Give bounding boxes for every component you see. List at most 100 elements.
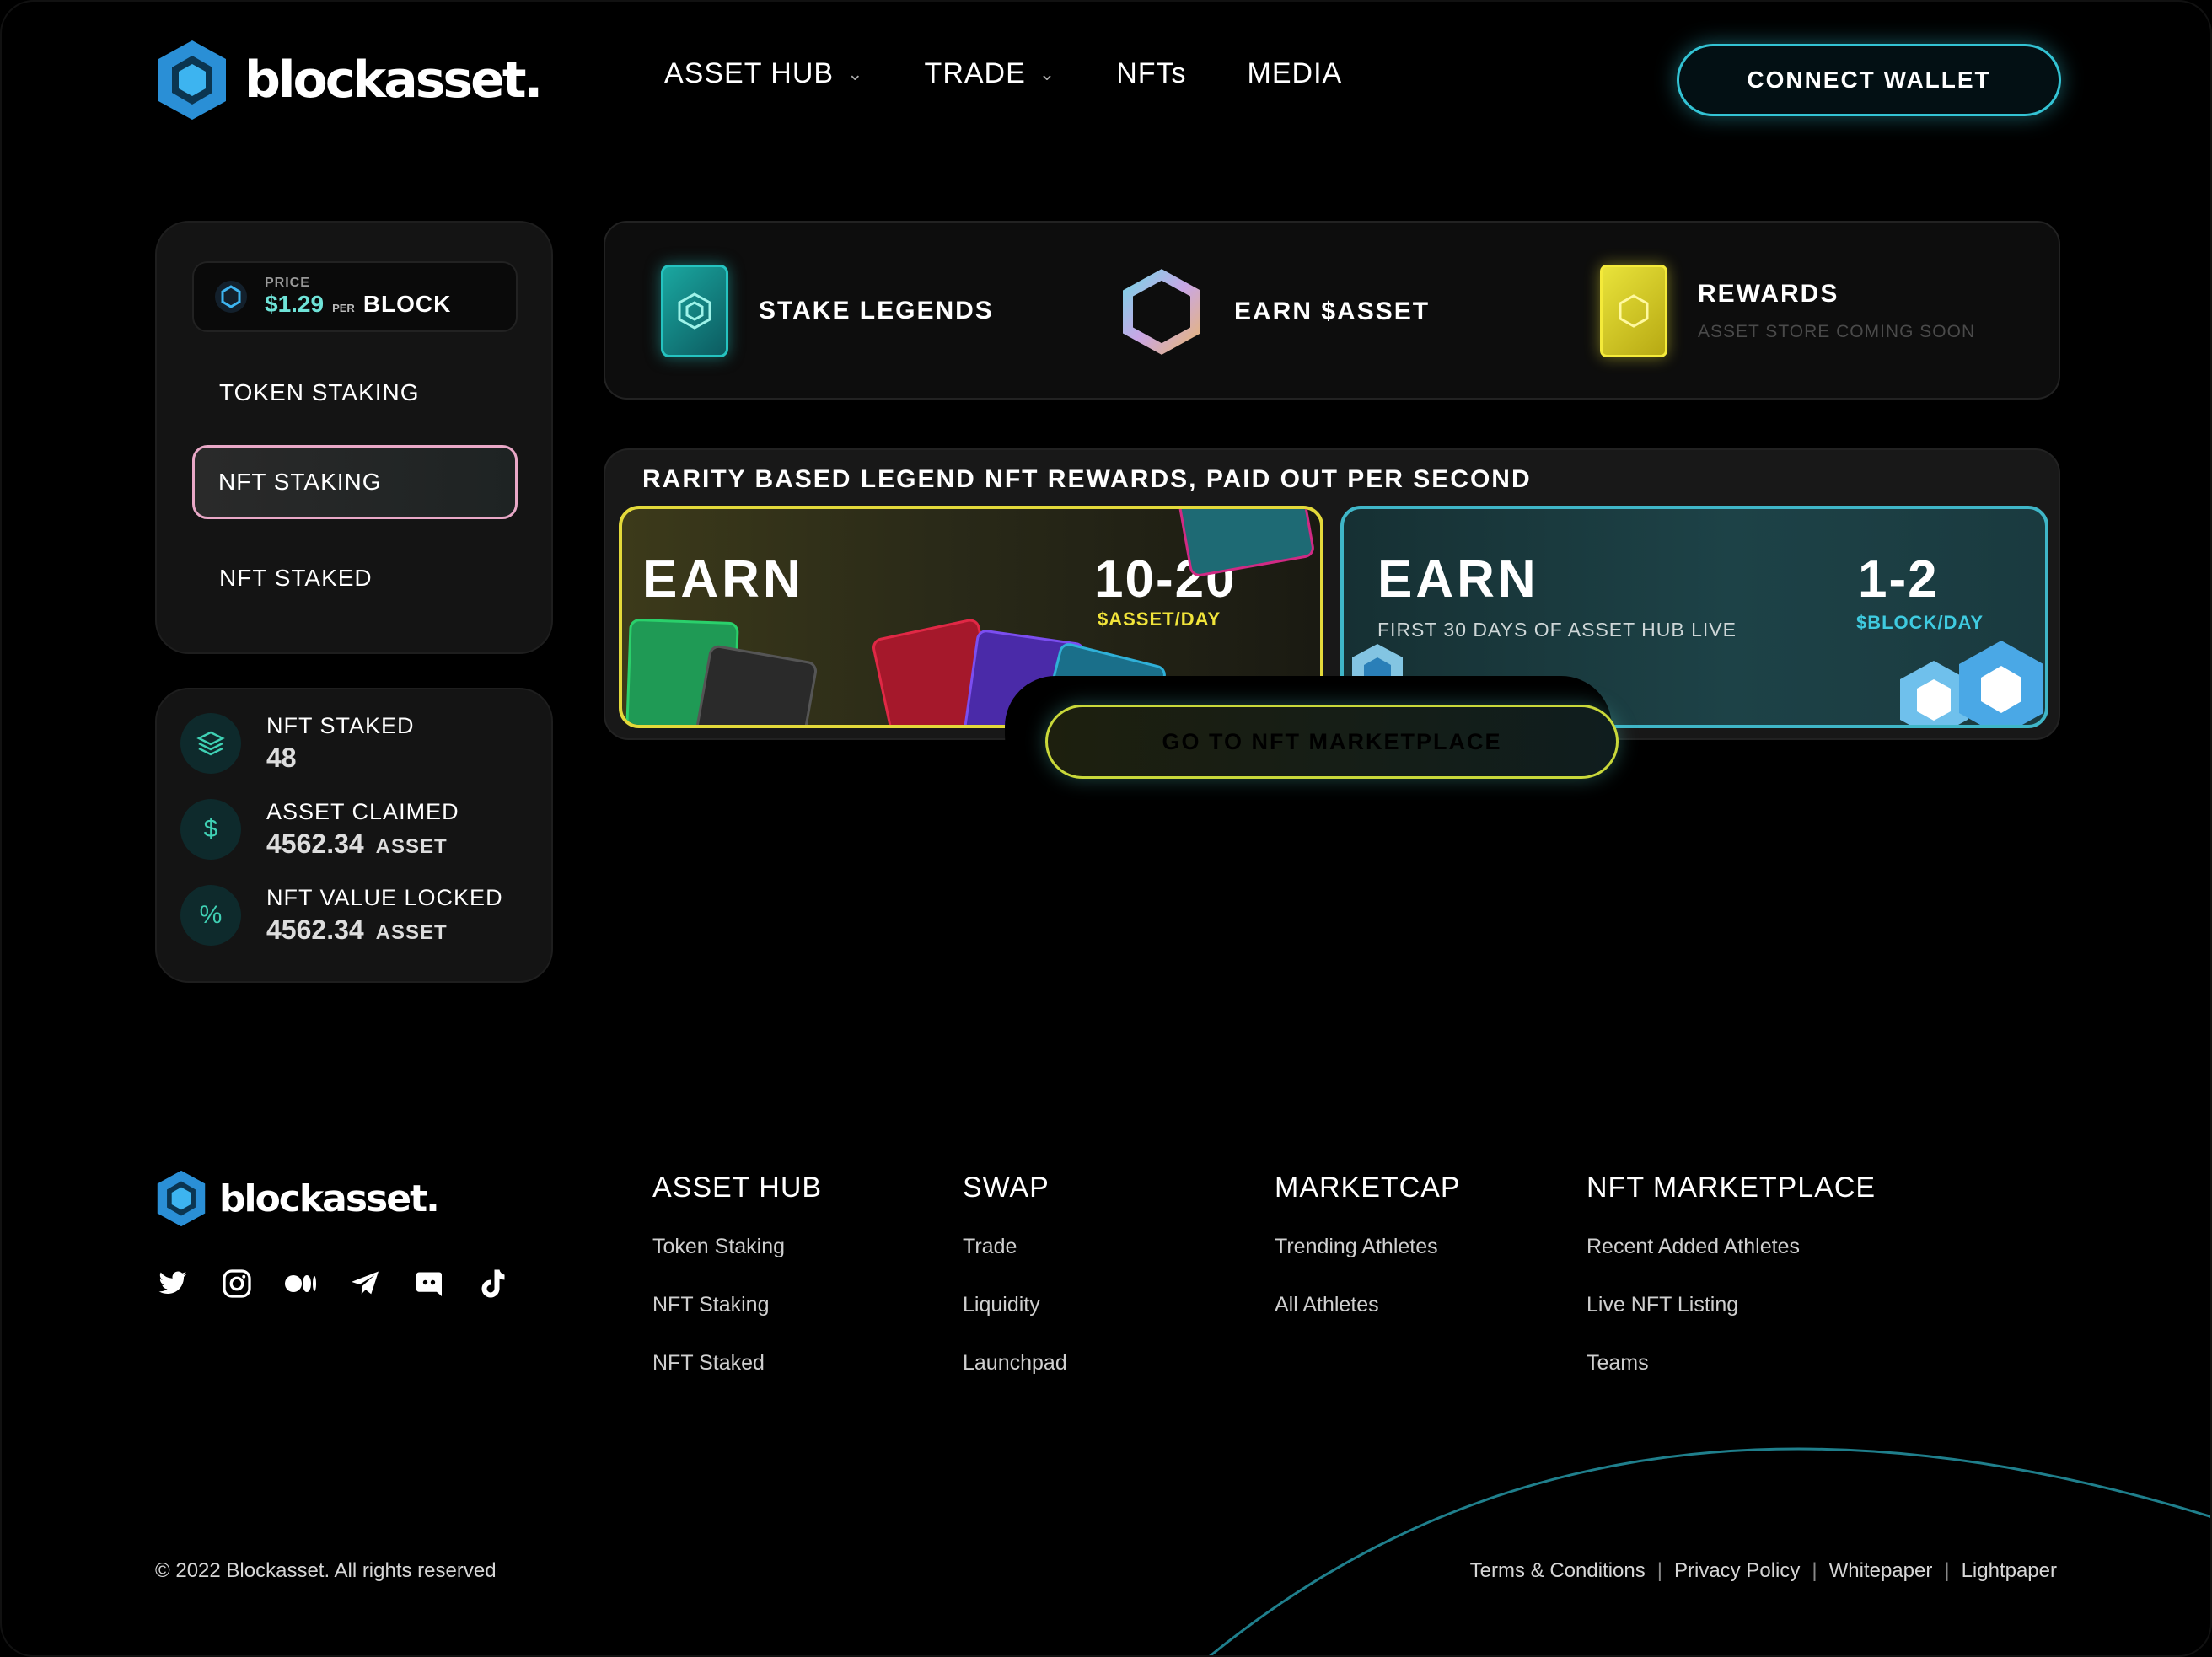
- dollar-icon: $: [180, 799, 241, 860]
- brand-logo[interactable]: blockasset.: [153, 37, 543, 123]
- stat-unit: ASSET: [375, 921, 448, 944]
- copyright-text: © 2022 Blockasset. All rights reserved: [155, 1559, 497, 1582]
- twitter-icon[interactable]: [157, 1268, 189, 1300]
- footer-col-heading: ASSET HUB: [652, 1172, 823, 1204]
- per-label: PER: [332, 302, 355, 314]
- stat-value: 4562.34: [266, 828, 364, 859]
- footer-link-recent-added-athletes[interactable]: Recent Added Athletes: [1587, 1235, 1876, 1259]
- stat-label: ASSET CLAIMED: [266, 799, 459, 824]
- nav-trade[interactable]: TRADE ⌄: [925, 57, 1056, 90]
- staking-stats-card: NFT STAKED 48 $ ASSET CLAIMED 4562.34 ASS…: [155, 688, 553, 983]
- layers-icon: [180, 713, 241, 774]
- nav-label: NFTs: [1116, 57, 1187, 89]
- stat-value-row: 4562.34 ASSET: [266, 828, 459, 860]
- feature-rewards: REWARDS ASSET STORE COMING SOON: [1600, 265, 1975, 357]
- main-nav: ASSET HUB ⌄ TRADE ⌄ NFTs MEDIA: [664, 57, 1342, 90]
- footer-link-token-staking[interactable]: Token Staking: [652, 1235, 822, 1259]
- footer-link-trade[interactable]: Trade: [963, 1235, 1067, 1259]
- nav-label: ASSET HUB: [664, 57, 835, 89]
- decorative-curve: [1209, 1447, 2210, 1655]
- earn-label: EARN: [1377, 550, 1539, 609]
- feature-title: STAKE LEGENDS: [759, 297, 994, 324]
- footer-logo-text: blockasset.: [219, 1177, 440, 1220]
- stat-asset-claimed: $ ASSET CLAIMED 4562.34 ASSET: [180, 799, 459, 860]
- earn-range: 1-2: [1858, 550, 1939, 609]
- price-info: PRICE $1.29 PER BLOCK: [265, 276, 451, 318]
- chevron-down-icon: ⌄: [847, 62, 864, 84]
- nft-card-icon: [661, 265, 728, 357]
- divider: |: [1656, 1559, 1662, 1582]
- block-cubes-icon: [1900, 641, 2043, 725]
- footer-col-heading: SWAP: [963, 1172, 1050, 1204]
- footer-col-nft-marketplace: NFT MARKETPLACE Recent Added Athletes Li…: [1587, 1172, 1876, 1409]
- earn-unit: $ASSET/DAY: [1098, 609, 1221, 630]
- footer-link-teams[interactable]: Teams: [1587, 1351, 1876, 1375]
- discord-icon[interactable]: [413, 1268, 445, 1300]
- feature-stake-legends: STAKE LEGENDS: [661, 265, 994, 357]
- footer-col-heading: MARKETCAP: [1275, 1172, 1461, 1204]
- tiktok-icon[interactable]: [477, 1268, 509, 1300]
- stat-value-row: 4562.34 ASSET: [266, 914, 503, 946]
- footer-link-liquidity[interactable]: Liquidity: [963, 1293, 1067, 1317]
- token-symbol: BLOCK: [362, 291, 452, 317]
- instagram-icon[interactable]: [221, 1268, 253, 1300]
- staking-sidebar: PRICE $1.29 PER BLOCK TOKEN STAKING NFT …: [155, 221, 553, 654]
- logo-text: blockasset.: [244, 51, 543, 110]
- footer-col-heading: NFT MARKETPLACE: [1587, 1172, 1876, 1204]
- footer-link-all-athletes[interactable]: All Athletes: [1275, 1293, 1461, 1317]
- stat-nft-staked: NFT STAKED 48: [180, 713, 415, 774]
- price-widget: PRICE $1.29 PER BLOCK: [192, 261, 518, 332]
- blockasset-logo-icon: [158, 40, 226, 120]
- nav-label: TRADE: [924, 57, 1026, 89]
- sidebar-item-token-staking[interactable]: TOKEN STAKING: [219, 379, 420, 406]
- hexagon-outline-icon: [1123, 269, 1200, 355]
- footer-col-asset-hub: ASSET HUB Token Staking NFT Staking NFT …: [652, 1172, 822, 1409]
- footer-logo[interactable]: blockasset.: [153, 1168, 440, 1229]
- go-to-nft-marketplace-button[interactable]: GO TO NFT MARKETPLACE: [1045, 705, 1619, 779]
- medium-icon[interactable]: [285, 1268, 317, 1300]
- earn-unit: $BLOCK/DAY: [1856, 612, 1984, 633]
- social-links: [157, 1268, 509, 1300]
- footer-link-terms[interactable]: Terms & Conditions: [1470, 1559, 1646, 1583]
- nav-label: MEDIA: [1247, 57, 1343, 89]
- footer-link-lightpaper[interactable]: Lightpaper: [1962, 1559, 2057, 1583]
- footer-link-whitepaper[interactable]: Whitepaper: [1829, 1559, 1933, 1583]
- connect-wallet-button[interactable]: CONNECT WALLET: [1677, 44, 2061, 116]
- sidebar-item-label: NFT STAKING: [218, 469, 382, 495]
- stat-label: NFT STAKED: [266, 713, 415, 738]
- nft-card-image: [1168, 509, 1316, 578]
- divider: |: [1812, 1559, 1817, 1582]
- rewards-title: RARITY BASED LEGEND NFT REWARDS, PAID OU…: [642, 465, 1532, 493]
- footer-col-marketcap: MARKETCAP Trending Athletes All Athletes: [1275, 1172, 1461, 1351]
- app-frame: blockasset. ASSET HUB ⌄ TRADE ⌄ NFTs MED…: [0, 0, 2212, 1657]
- footer-link-nft-staking[interactable]: NFT Staking: [652, 1293, 822, 1317]
- footer-link-nft-staked[interactable]: NFT Staked: [652, 1351, 822, 1375]
- stat-nft-value-locked: % NFT VALUE LOCKED 4562.34 ASSET: [180, 885, 503, 946]
- nav-media[interactable]: MEDIA: [1248, 57, 1343, 90]
- footer-link-privacy[interactable]: Privacy Policy: [1674, 1559, 1800, 1583]
- nav-nfts[interactable]: NFTs: [1116, 57, 1186, 90]
- nav-asset-hub[interactable]: ASSET HUB ⌄: [664, 57, 864, 90]
- stat-unit: ASSET: [375, 835, 448, 858]
- sidebar-item-nft-staked[interactable]: NFT STAKED: [219, 565, 373, 592]
- sidebar-item-nft-staking[interactable]: NFT STAKING: [192, 445, 518, 519]
- feature-title: REWARDS: [1698, 280, 1839, 308]
- feature-subtitle: ASSET STORE COMING SOON: [1698, 322, 1976, 341]
- stat-label: NFT VALUE LOCKED: [266, 885, 503, 910]
- footer-link-live-nft-listing[interactable]: Live NFT Listing: [1587, 1293, 1876, 1317]
- legal-links: Terms & Conditions | Privacy Policy | Wh…: [1470, 1559, 2057, 1583]
- ticket-icon: [1600, 265, 1667, 357]
- footer-col-swap: SWAP Trade Liquidity Launchpad: [963, 1172, 1067, 1409]
- blockasset-logo-icon: [157, 1170, 206, 1227]
- earn-label: EARN: [642, 550, 804, 609]
- divider: |: [1944, 1559, 1950, 1582]
- block-token-icon: [215, 281, 247, 313]
- price-value: $1.29: [265, 291, 325, 317]
- feature-title: EARN $ASSET: [1234, 298, 1431, 325]
- percent-icon: %: [180, 885, 241, 946]
- footer-link-launchpad[interactable]: Launchpad: [963, 1351, 1067, 1375]
- telegram-icon[interactable]: [349, 1268, 381, 1300]
- price-label: PRICE: [265, 276, 310, 290]
- footer-link-trending-athletes[interactable]: Trending Athletes: [1275, 1235, 1461, 1259]
- stat-value: 4562.34: [266, 914, 364, 945]
